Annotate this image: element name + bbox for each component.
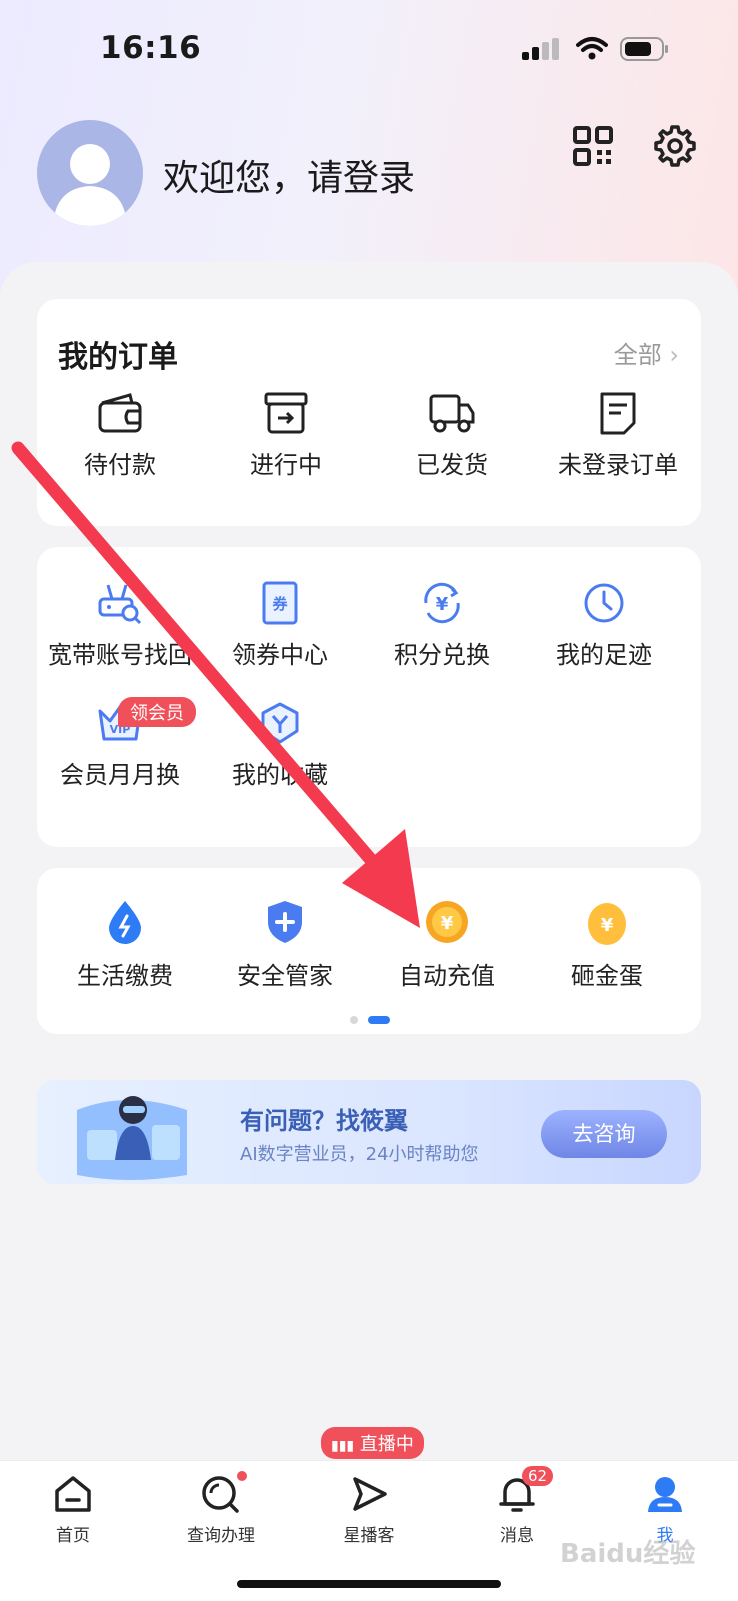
nav-podcast[interactable]: 星播客 bbox=[314, 1475, 424, 1546]
service-coupon-center[interactable]: 券 领券中心 bbox=[197, 581, 363, 670]
truck-icon bbox=[429, 394, 475, 433]
query-notification-dot bbox=[237, 1471, 247, 1481]
tool-label: 安全管家 bbox=[237, 962, 333, 990]
play-icon bbox=[353, 1477, 387, 1511]
svg-text:¥: ¥ bbox=[436, 594, 449, 615]
order-item-label: 进行中 bbox=[250, 451, 322, 479]
wallet-icon bbox=[98, 393, 142, 433]
nav-label: 星播客 bbox=[343, 1526, 395, 1546]
clock-icon bbox=[584, 583, 624, 623]
orders-all-label: 全部 bbox=[613, 341, 662, 369]
nav-home[interactable]: 首页 bbox=[18, 1475, 128, 1546]
tools-card: 生活缴费 安全管家 ¥ 自动充值 ¥ 砸金蛋 bbox=[37, 868, 701, 1034]
service-label: 我的足迹 bbox=[556, 641, 652, 669]
page-dot bbox=[350, 1015, 358, 1024]
status-time: 16:16 bbox=[100, 30, 202, 66]
order-guest[interactable]: 未登录订单 bbox=[535, 391, 701, 480]
nav-label: 首页 bbox=[56, 1526, 90, 1546]
service-broadband-recovery[interactable]: 宽带账号找回 bbox=[37, 581, 203, 670]
service-my-favorites[interactable]: 我的收藏 bbox=[197, 701, 363, 790]
note-icon bbox=[600, 392, 636, 435]
live-bars-icon: ▮▮▮ bbox=[331, 1438, 355, 1454]
welcome-login-text[interactable]: 欢迎您，请登录 bbox=[163, 149, 415, 201]
battery-icon bbox=[620, 37, 668, 61]
tool-label: 生活缴费 bbox=[77, 962, 173, 990]
wifi-icon bbox=[576, 37, 608, 60]
chevron-right-icon: › bbox=[669, 341, 679, 369]
order-item-label: 已发货 bbox=[416, 451, 488, 479]
baidu-watermark: Baidu经验 bbox=[560, 1539, 696, 1569]
service-label: 我的收藏 bbox=[232, 761, 328, 789]
page-dot-active bbox=[368, 1015, 390, 1024]
service-points-exchange[interactable]: ¥ 积分兑换 bbox=[359, 581, 525, 670]
cellular-signal-icon bbox=[522, 38, 559, 60]
message-count-badge: 62 bbox=[522, 1466, 554, 1486]
ai-assistant-illustration bbox=[77, 1096, 187, 1180]
consult-button[interactable]: 去咨询 bbox=[541, 1110, 667, 1158]
default-user-icon bbox=[53, 144, 127, 226]
order-in-progress[interactable]: 进行中 bbox=[203, 391, 369, 480]
shield-icon bbox=[268, 901, 302, 943]
svg-text:¥: ¥ bbox=[441, 913, 454, 934]
banner-title: 有问题？找筱翼 bbox=[240, 1107, 408, 1135]
svg-text:券: 券 bbox=[272, 595, 288, 613]
order-item-label: 待付款 bbox=[84, 451, 156, 479]
water-drop-icon bbox=[109, 901, 141, 944]
service-my-footprint[interactable]: 我的足迹 bbox=[521, 581, 687, 670]
banner-subtitle: AI数字营业员，24小时帮助您 bbox=[240, 1144, 479, 1165]
order-item-label: 未登录订单 bbox=[558, 451, 678, 479]
service-label: 积分兑换 bbox=[394, 641, 490, 669]
service-label: 领券中心 bbox=[232, 641, 328, 669]
vip-promo-badge: 领会员 bbox=[118, 697, 196, 727]
router-search-icon bbox=[98, 584, 142, 625]
home-icon bbox=[55, 1476, 91, 1512]
ai-assistant-banner[interactable]: 有问题？找筱翼 AI数字营业员，24小时帮助您 去咨询 bbox=[37, 1080, 701, 1184]
golden-egg-icon: ¥ bbox=[588, 903, 626, 945]
settings-gear-icon[interactable] bbox=[652, 124, 696, 168]
orders-all-link[interactable]: 全部 › bbox=[614, 335, 679, 370]
live-badge-label: 直播中 bbox=[359, 1434, 414, 1455]
services-card: 宽带账号找回 券 领券中心 ¥ 积分兑换 我的足迹 VIP 会员月月换 领会员 bbox=[37, 547, 701, 847]
order-shipped[interactable]: 已发货 bbox=[369, 391, 535, 480]
nav-messages[interactable]: 消息 bbox=[462, 1475, 572, 1546]
gold-coin-icon: ¥ bbox=[426, 901, 468, 943]
order-pending-payment[interactable]: 待付款 bbox=[37, 391, 203, 480]
svg-text:¥: ¥ bbox=[601, 915, 614, 936]
nav-label: 消息 bbox=[500, 1526, 534, 1546]
favorite-icon bbox=[261, 702, 299, 744]
avatar[interactable] bbox=[37, 120, 143, 226]
service-label: 会员月月换 bbox=[60, 761, 180, 789]
tool-utility-payment[interactable]: 生活缴费 bbox=[42, 898, 208, 991]
box-arrow-icon bbox=[264, 392, 308, 434]
tool-label: 自动充值 bbox=[399, 962, 495, 990]
nav-label: 查询办理 bbox=[187, 1526, 255, 1546]
live-badge[interactable]: ▮▮▮ 直播中 bbox=[321, 1427, 424, 1459]
search-query-icon bbox=[202, 1476, 239, 1513]
user-icon bbox=[648, 1477, 682, 1512]
tool-security-manager[interactable]: 安全管家 bbox=[202, 898, 368, 991]
tools-pagination[interactable] bbox=[350, 1009, 400, 1028]
coupon-icon: 券 bbox=[262, 581, 298, 625]
yuan-exchange-icon: ¥ bbox=[424, 582, 460, 624]
home-indicator[interactable] bbox=[237, 1580, 501, 1588]
tool-label: 砸金蛋 bbox=[571, 962, 643, 990]
tool-golden-egg[interactable]: ¥ 砸金蛋 bbox=[524, 898, 690, 991]
qr-code-icon[interactable] bbox=[573, 126, 613, 166]
nav-query[interactable]: 查询办理 bbox=[166, 1475, 276, 1546]
orders-title: 我的订单 bbox=[58, 340, 178, 375]
service-label: 宽带账号找回 bbox=[48, 641, 192, 669]
my-orders-card: 我的订单 全部 › 待付款 进行中 已发货 未登录订单 bbox=[37, 299, 701, 526]
status-bar: 16:16 bbox=[0, 0, 738, 100]
tool-auto-recharge[interactable]: ¥ 自动充值 bbox=[364, 898, 530, 991]
